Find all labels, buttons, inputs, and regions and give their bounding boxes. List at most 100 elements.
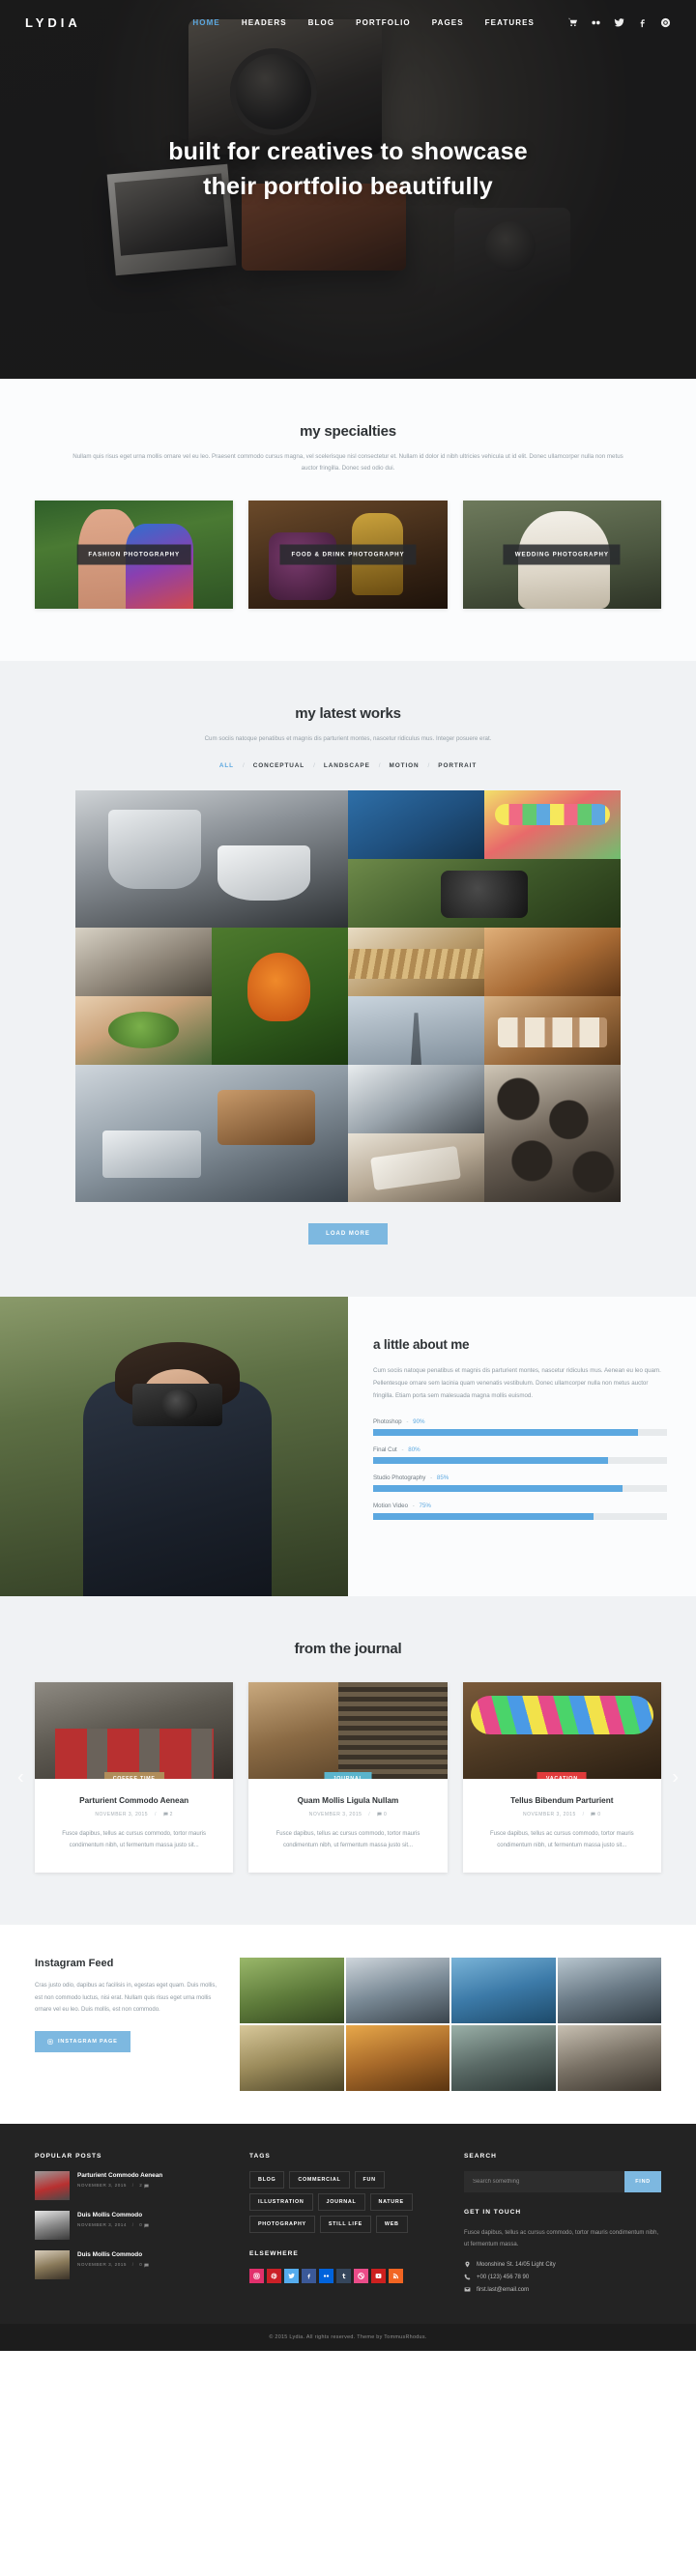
flickr-icon[interactable]: [591, 17, 601, 28]
footer-popular-item[interactable]: Duis Mollis Commodo NOVEMBER 3, 2015 / 0: [35, 2250, 228, 2280]
pinterest-icon[interactable]: [267, 2269, 281, 2284]
filter-all[interactable]: ALL: [219, 762, 234, 769]
instagram-photo[interactable]: [240, 2025, 344, 2092]
journal-post-title[interactable]: Tellus Bibendum Parturient: [477, 1796, 648, 1805]
portfolio-item[interactable]: [75, 1065, 348, 1203]
specialty-card-food[interactable]: FOOD & DRINK PHOTOGRAPHY: [248, 500, 448, 609]
portfolio-item[interactable]: [348, 1133, 484, 1203]
instagram-title: Instagram Feed: [35, 1958, 114, 1970]
filter-separator: /: [242, 762, 245, 770]
tag-journal[interactable]: JOURNAL: [317, 2193, 365, 2212]
tag-still-life[interactable]: STILL LIFE: [319, 2216, 371, 2234]
flickr-icon[interactable]: [319, 2269, 334, 2284]
filter-portrait[interactable]: PORTRAIT: [438, 762, 477, 769]
comment-icon: [377, 1813, 382, 1817]
filter-motion[interactable]: MOTION: [390, 762, 420, 769]
tag-web[interactable]: WEB: [375, 2216, 408, 2234]
portfolio-title: my latest works: [295, 704, 401, 722]
specialty-card-fashion[interactable]: FASHION PHOTOGRAPHY: [35, 500, 234, 609]
portfolio-item[interactable]: [484, 790, 621, 860]
skill-final-cut: Final Cut - 80%: [373, 1446, 667, 1465]
nav-item-blog[interactable]: BLOG: [308, 18, 335, 27]
skill-studio-photography: Studio Photography - 85%: [373, 1474, 667, 1493]
about-photo: [0, 1297, 348, 1597]
journal-post-title[interactable]: Quam Mollis Ligula Nullam: [262, 1796, 433, 1805]
footer-post-comments: 2: [139, 2183, 143, 2189]
tag-photography[interactable]: PHOTOGRAPHY: [249, 2216, 315, 2234]
journal-category-badge[interactable]: COFFEE TIME: [103, 1772, 164, 1780]
journal-card[interactable]: VACATION Tellus Bibendum Parturient NOVE…: [462, 1682, 661, 1874]
carousel-prev-icon[interactable]: ‹: [17, 1766, 24, 1789]
instagram-photo[interactable]: [557, 2025, 661, 2092]
rss-icon[interactable]: [389, 2269, 403, 2284]
facebook-icon[interactable]: [302, 2269, 316, 2284]
portfolio-item[interactable]: [484, 1065, 621, 1203]
instagram-icon[interactable]: [249, 2269, 264, 2284]
twitter-icon[interactable]: [614, 17, 624, 28]
specialty-badge-food: FOOD & DRINK PHOTOGRAPHY: [279, 544, 417, 565]
youtube-icon[interactable]: [371, 2269, 386, 2284]
portfolio-item[interactable]: [348, 1065, 484, 1134]
footer-post-title[interactable]: Duis Mollis Commodo: [77, 2212, 149, 2218]
footer-popular-posts: POPULAR POSTS Parturient Commodo Aenean …: [35, 2153, 228, 2299]
twitter-icon[interactable]: [284, 2269, 299, 2284]
dribbble-icon[interactable]: [354, 2269, 368, 2284]
footer-post-title[interactable]: Duis Mollis Commodo: [77, 2251, 149, 2258]
instagram-icon: [47, 2039, 53, 2045]
instagram-page-button[interactable]: INSTAGRAM PAGE: [35, 2031, 130, 2052]
nav-item-pages[interactable]: PAGES: [432, 18, 464, 27]
footer-popular-item[interactable]: Duis Mollis Commodo NOVEMBER 3, 2014 / 0: [35, 2211, 228, 2241]
tag-illustration[interactable]: ILLUSTRATION: [249, 2193, 313, 2212]
instagram-photo[interactable]: [557, 1958, 661, 2024]
portfolio-item[interactable]: [348, 790, 484, 860]
facebook-icon[interactable]: [637, 17, 648, 28]
tumblr-icon[interactable]: [336, 2269, 351, 2284]
search-submit-button[interactable]: FIND: [624, 2171, 661, 2193]
tag-nature[interactable]: NATURE: [369, 2193, 413, 2212]
footer-popular-item[interactable]: Parturient Commodo Aenean NOVEMBER 3, 20…: [35, 2171, 228, 2201]
hero-section: LYDIA HOME HEADERS BLOG PORTFOLIO PAGES …: [0, 0, 696, 379]
journal-post-title[interactable]: Parturient Commodo Aenean: [48, 1796, 219, 1805]
portfolio-subtitle: Cum sociis natoque penatibus et magnis d…: [204, 734, 492, 742]
portfolio-item[interactable]: [75, 996, 212, 1066]
nav-item-features[interactable]: FEATURES: [485, 18, 535, 27]
journal-card[interactable]: JOURNAL Quam Mollis Ligula Nullam NOVEMB…: [248, 1682, 448, 1874]
portfolio-item[interactable]: [484, 996, 621, 1066]
portfolio-item[interactable]: [75, 928, 212, 997]
tag-commercial[interactable]: COMMERCIAL: [289, 2171, 350, 2190]
instagram-photo[interactable]: [451, 1958, 556, 2024]
tag-fun[interactable]: FUN: [354, 2171, 385, 2190]
instagram-photo[interactable]: [240, 1958, 344, 2024]
cart-icon[interactable]: [567, 17, 578, 28]
journal-post-meta: NOVEMBER 3, 2015 / 0: [308, 1812, 388, 1818]
search-input[interactable]: [464, 2171, 625, 2193]
journal-category-badge[interactable]: JOURNAL: [324, 1772, 372, 1780]
nav-item-portfolio[interactable]: PORTFOLIO: [356, 18, 411, 27]
journal-card[interactable]: COFFEE TIME Parturient Commodo Aenean NO…: [35, 1682, 234, 1874]
load-more-row: LOAD MORE: [35, 1223, 661, 1245]
portfolio-item[interactable]: [348, 928, 484, 997]
journal-category-badge[interactable]: VACATION: [536, 1772, 587, 1780]
portfolio-item[interactable]: [212, 928, 348, 1066]
footer-email[interactable]: first.last@email.com: [477, 2287, 529, 2293]
instagram-photo[interactable]: [451, 2025, 556, 2092]
carousel-next-icon[interactable]: ›: [672, 1766, 679, 1789]
filter-landscape[interactable]: LANDSCAPE: [324, 762, 370, 769]
portfolio-item[interactable]: [75, 790, 348, 929]
instagram-icon[interactable]: [660, 17, 671, 28]
filter-conceptual[interactable]: CONCEPTUAL: [253, 762, 304, 769]
portfolio-item[interactable]: [348, 859, 621, 929]
journal-thumbnail: COFFEE TIME: [35, 1682, 234, 1780]
tag-blog[interactable]: BLOG: [249, 2171, 285, 2190]
nav-item-headers[interactable]: HEADERS: [242, 18, 287, 27]
footer-post-title[interactable]: Parturient Commodo Aenean: [77, 2172, 162, 2179]
journal-section: from the journal ‹ › COFFEE TIME Parturi…: [0, 1596, 696, 1926]
instagram-photo[interactable]: [345, 2025, 450, 2092]
site-logo[interactable]: LYDIA: [25, 15, 81, 30]
load-more-button[interactable]: LOAD MORE: [308, 1223, 388, 1245]
specialty-card-wedding[interactable]: WEDDING PHOTOGRAPHY: [462, 500, 661, 609]
instagram-photo[interactable]: [345, 1958, 450, 2024]
portfolio-item[interactable]: [484, 928, 621, 997]
footer-phone[interactable]: +00 (123) 456 78 90: [477, 2275, 529, 2280]
nav-item-home[interactable]: HOME: [192, 18, 219, 27]
